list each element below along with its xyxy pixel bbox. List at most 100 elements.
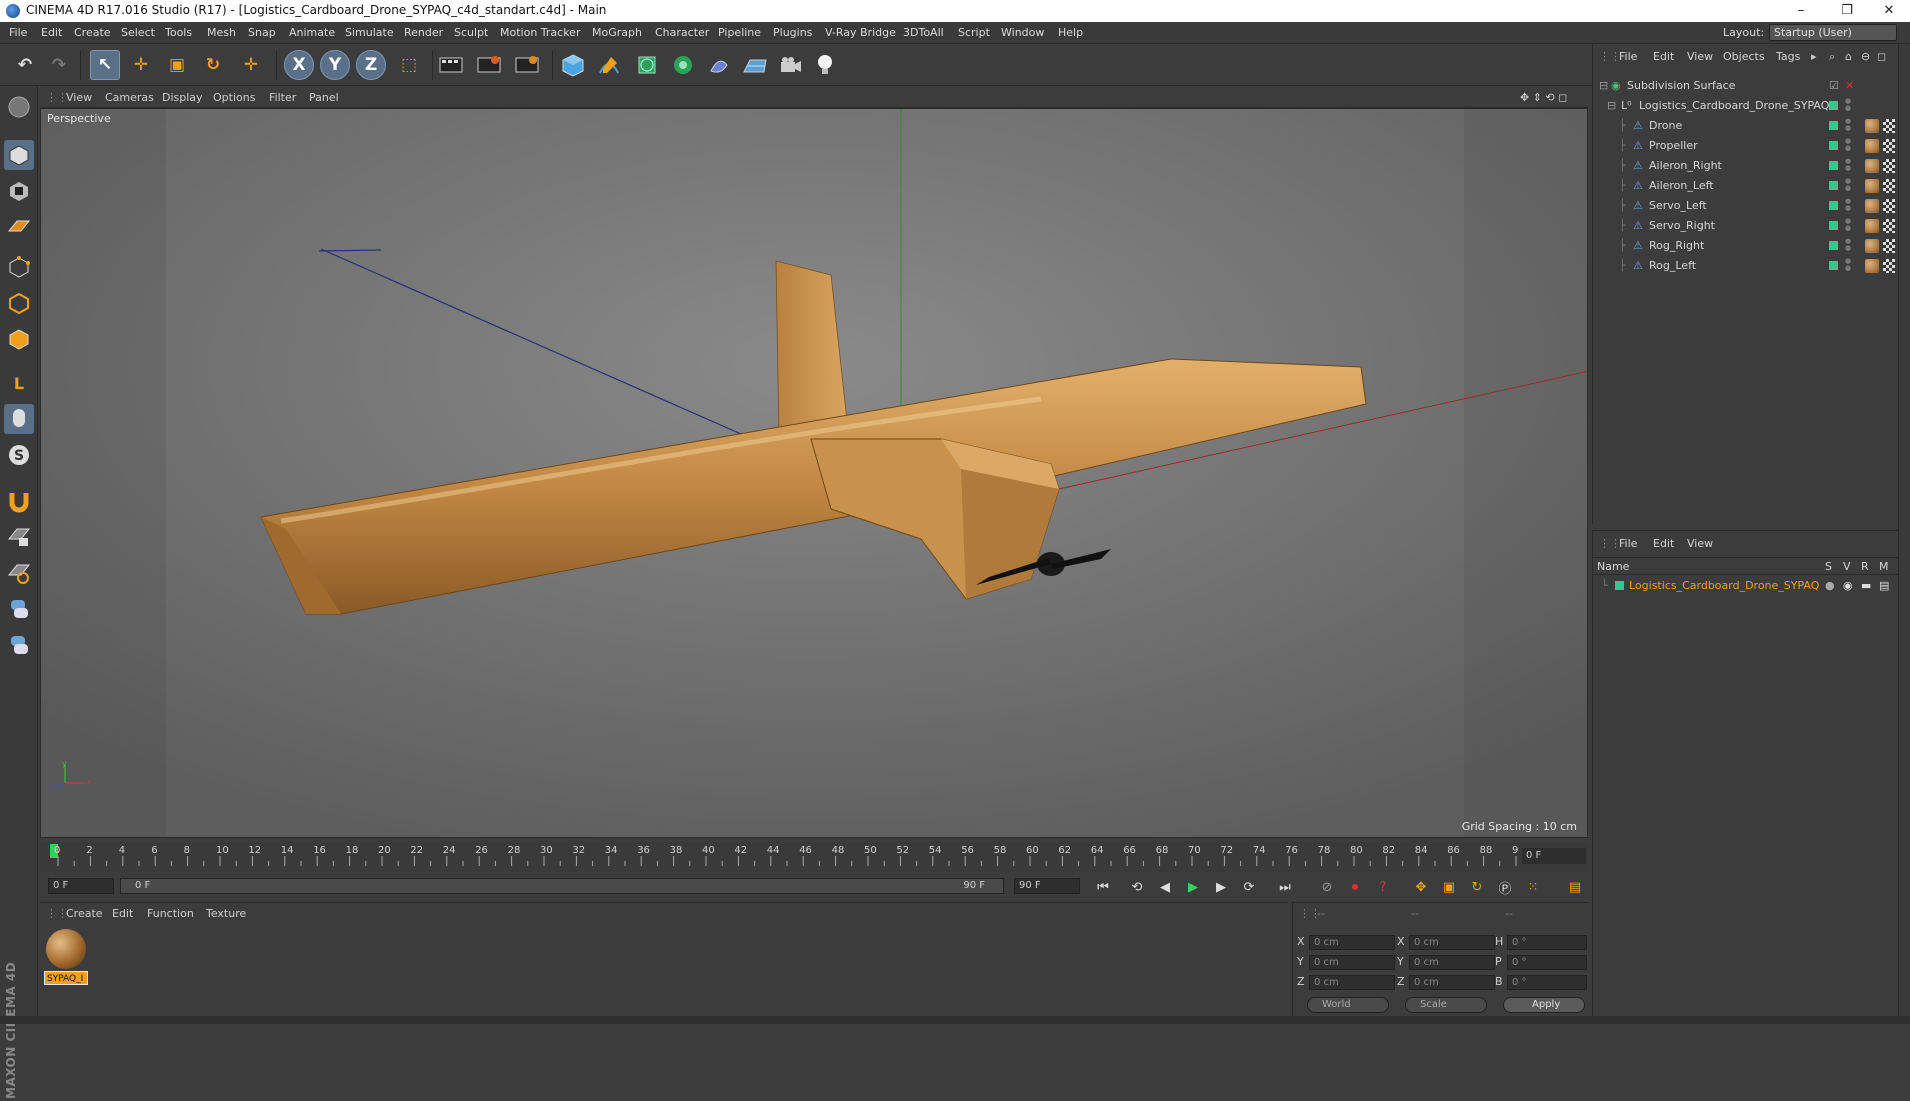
python-script-2-icon[interactable] — [4, 630, 34, 660]
key-scale-icon[interactable]: ▣ — [1438, 876, 1460, 898]
workplane-rotate-icon[interactable] — [4, 558, 34, 588]
layer-menu-file[interactable]: File — [1619, 537, 1637, 550]
layer-color-icon[interactable] — [1829, 141, 1838, 150]
rot-p-field[interactable]: 0 ° — [1507, 955, 1587, 970]
menu-pipeline[interactable]: Pipeline — [718, 26, 761, 39]
menu-snap[interactable]: Snap — [248, 26, 276, 39]
obj-menu-view[interactable]: View — [1687, 50, 1713, 63]
layer-color-icon[interactable] — [1829, 121, 1838, 130]
size-y-field[interactable]: 0 cm — [1409, 955, 1495, 970]
menu-edit[interactable]: Edit — [41, 26, 62, 39]
visibility-dots-icon[interactable]: ● ● — [1845, 138, 1851, 154]
menu-sculpt[interactable]: Sculpt — [454, 26, 488, 39]
keyframe-selection-icon[interactable]: ? — [1372, 876, 1394, 898]
menu-animate[interactable]: Animate — [289, 26, 335, 39]
next-key-icon[interactable]: ⟳ — [1238, 876, 1260, 898]
solo-mode-icon[interactable]: S — [4, 440, 34, 470]
material-menu-texture[interactable]: Texture — [206, 907, 246, 920]
layer-color-icon[interactable] — [1615, 581, 1624, 590]
pos-y-field[interactable]: 0 cm — [1309, 955, 1395, 970]
menu-3dtoall[interactable]: 3DToAll — [903, 26, 944, 39]
visibility-dots-icon[interactable]: ● ● — [1845, 238, 1851, 254]
layout-select[interactable]: Startup (User) — [1769, 24, 1897, 41]
obj-layers-icon[interactable]: ⊖ — [1861, 50, 1870, 63]
obj-menu-objects[interactable]: Objects — [1723, 50, 1765, 63]
layer-color-icon[interactable] — [1829, 101, 1838, 110]
restore-button[interactable]: ❐ — [1824, 0, 1870, 22]
obj-home-icon[interactable]: ⌂ — [1845, 50, 1852, 63]
workplane-mode-icon[interactable] — [4, 212, 34, 242]
layer-color-icon[interactable] — [1829, 261, 1838, 270]
menu-plugins[interactable]: Plugins — [773, 26, 812, 39]
key-position-icon[interactable]: ✥ — [1410, 876, 1432, 898]
render-settings-icon[interactable] — [512, 50, 542, 80]
viewport-menu-panel[interactable]: Panel — [309, 91, 339, 104]
texture-tag-icon[interactable] — [1883, 239, 1895, 253]
layer-menu-edit[interactable]: Edit — [1653, 537, 1674, 550]
object-row-subdivision-surface[interactable]: ⊟ ◉ Subdivision Surface ☑ ✕ — [1593, 76, 1899, 96]
next-frame-icon[interactable]: ▶ — [1210, 876, 1232, 898]
layer-solo-icon[interactable]: ● — [1825, 579, 1835, 592]
material-tag-icon[interactable] — [1865, 259, 1879, 273]
key-pla-icon[interactable]: ⁙ — [1522, 876, 1544, 898]
cloner-icon[interactable] — [668, 50, 698, 80]
viewport-nav-icons[interactable]: ✥ ⇕ ⟲ ◻ — [1520, 91, 1567, 104]
edges-mode-icon[interactable] — [4, 288, 34, 318]
object-row[interactable]: ├ ⚠ Servo_Left ● ● — [1593, 196, 1899, 216]
viewport-menu-options[interactable]: Options — [213, 91, 255, 104]
viewport-menu-display[interactable]: Display — [162, 91, 203, 104]
material-tag-icon[interactable] — [1865, 119, 1879, 133]
texture-tag-icon[interactable] — [1883, 159, 1895, 173]
start-frame-field[interactable]: 0 F — [48, 878, 114, 894]
menu-vray-bridge[interactable]: V-Ray Bridge — [825, 26, 896, 39]
redo-icon[interactable]: ↷ — [44, 50, 74, 80]
camera-icon[interactable] — [776, 50, 806, 80]
play-forward-icon[interactable]: ▶ — [1182, 876, 1204, 898]
viewport-menu-view[interactable]: View — [66, 91, 92, 104]
scale-tool-icon[interactable]: ▣ — [162, 50, 192, 80]
apply-button[interactable]: Apply — [1503, 997, 1585, 1013]
obj-menu-edit[interactable]: Edit — [1653, 50, 1674, 63]
current-frame-field[interactable]: 0 F — [1522, 848, 1586, 864]
obj-menu-file[interactable]: File — [1619, 50, 1637, 63]
move-tool-icon[interactable]: ✛ — [126, 50, 156, 80]
layer-visible-icon[interactable]: ◉ — [1843, 579, 1853, 592]
coordinate-mode-dropdown[interactable]: World — [1307, 997, 1389, 1013]
obj-search-icon[interactable]: ⌕ — [1829, 50, 1835, 64]
layer-row[interactable]: └ Logistics_Cardboard_Drone_SYPAQ ● ◉ ▬ … — [1593, 577, 1899, 595]
render-picture-viewer-icon[interactable] — [474, 50, 504, 80]
object-row[interactable]: ├ ⚠ Servo_Right ● ● — [1593, 216, 1899, 236]
pos-z-field[interactable]: 0 cm — [1309, 975, 1395, 990]
pos-x-field[interactable]: 0 cm — [1309, 935, 1395, 950]
end-frame-field[interactable]: 90 F — [1014, 878, 1080, 894]
menu-simulate[interactable]: Simulate — [345, 26, 394, 39]
undo-icon[interactable]: ↶ — [10, 50, 40, 80]
material-tag-icon[interactable] — [1865, 199, 1879, 213]
z-axis-lock-icon[interactable]: Z — [356, 50, 386, 80]
python-script-icon[interactable] — [4, 594, 34, 624]
texture-tag-icon[interactable] — [1883, 219, 1895, 233]
menu-help[interactable]: Help — [1058, 26, 1083, 39]
layer-manager-icon[interactable]: ▤ — [1879, 579, 1889, 592]
menu-script[interactable]: Script — [958, 26, 990, 39]
size-z-field[interactable]: 0 cm — [1409, 975, 1495, 990]
size-mode-dropdown[interactable]: Scale — [1405, 997, 1487, 1013]
layer-color-icon[interactable] — [1829, 161, 1838, 170]
points-mode-icon[interactable] — [4, 252, 34, 282]
object-row-root[interactable]: ⊟ L⁰ Logistics_Cardboard_Drone_SYPAQ ● ● — [1593, 96, 1899, 116]
layer-color-icon[interactable] — [1829, 241, 1838, 250]
autokey-icon[interactable]: ⏺ — [1344, 876, 1366, 898]
viewport-menu-filter[interactable]: Filter — [269, 91, 296, 104]
model-mode-icon[interactable] — [4, 140, 34, 170]
previous-key-icon[interactable]: ⟲ — [1126, 876, 1148, 898]
polygons-mode-icon[interactable] — [4, 324, 34, 354]
object-row[interactable]: ├ ⚠ Rog_Left ● ● — [1593, 256, 1899, 276]
texture-tag-icon[interactable] — [1883, 259, 1895, 273]
menu-render[interactable]: Render — [404, 26, 443, 39]
menu-file[interactable]: File — [9, 26, 27, 39]
light-icon[interactable] — [810, 50, 840, 80]
viewport-menu-cameras[interactable]: Cameras — [105, 91, 154, 104]
layer-render-icon[interactable]: ▬ — [1861, 579, 1871, 592]
pen-spline-icon[interactable] — [594, 50, 624, 80]
key-parameter-icon[interactable]: Ⓟ — [1494, 876, 1516, 898]
